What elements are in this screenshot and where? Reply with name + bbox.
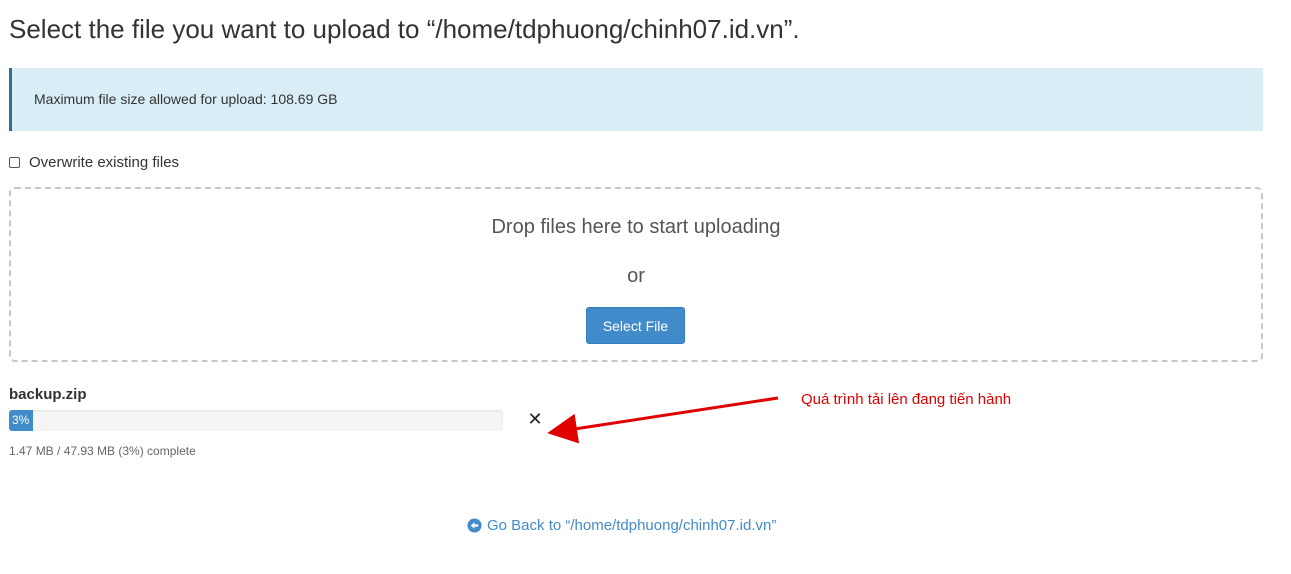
overwrite-label: Overwrite existing files	[29, 154, 180, 171]
upload-progress-bar: 3%	[9, 410, 503, 431]
upload-progress-fill: 3%	[9, 410, 33, 431]
select-file-button[interactable]: Select File	[586, 307, 685, 344]
go-back-text[interactable]: Go Back to “/home/tdphuong/chinh07.id.vn…	[487, 517, 776, 534]
or-text: or	[627, 265, 645, 287]
annotation-arrow	[547, 396, 779, 444]
overwrite-option[interactable]: Overwrite existing files	[9, 154, 179, 171]
go-back-link[interactable]: Go Back to “/home/tdphuong/chinh07.id.vn…	[467, 517, 776, 534]
upload-status-text: 1.47 MB / 47.93 MB (3%) complete	[9, 444, 196, 458]
upload-page: Select the file you want to upload to “/…	[0, 0, 1291, 574]
file-dropzone[interactable]: Drop files here to start uploading or Se…	[9, 187, 1263, 362]
page-title: Select the file you want to upload to “/…	[9, 14, 800, 44]
annotation-text: Quá trình tải lên đang tiến hành	[801, 391, 1012, 408]
arrow-left-circle-icon	[467, 518, 482, 533]
max-size-alert: Maximum file size allowed for upload: 10…	[9, 68, 1263, 131]
overwrite-checkbox[interactable]	[9, 157, 20, 168]
drop-files-text: Drop files here to start uploading	[491, 216, 781, 238]
max-size-text: Maximum file size allowed for upload: 10…	[34, 91, 338, 107]
upload-file-name: backup.zip	[9, 386, 87, 403]
